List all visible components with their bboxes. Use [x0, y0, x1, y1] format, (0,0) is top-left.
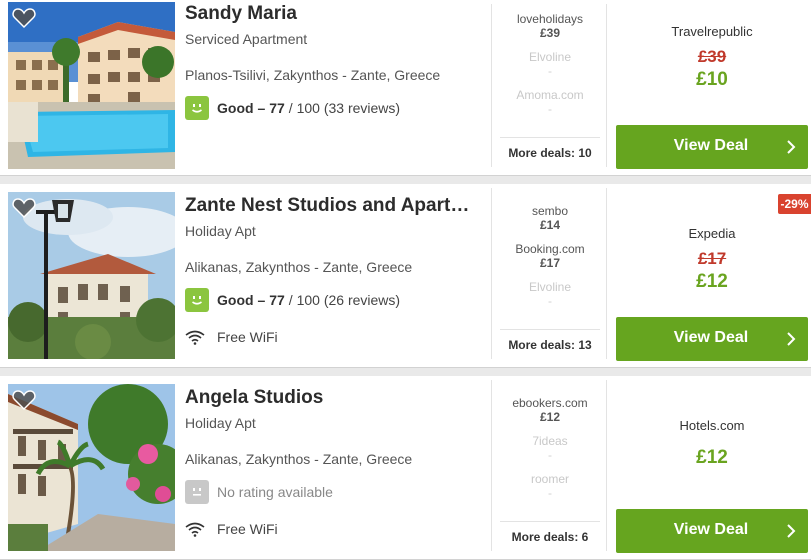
hotel-info: Angela Studios Holiday Apt Alikanas, Zak…: [185, 384, 485, 537]
chevron-right-icon: [787, 140, 796, 154]
provider-price: -: [548, 294, 552, 308]
favorite-heart-icon[interactable]: [11, 5, 37, 31]
wifi-label: Free WiFi: [217, 329, 278, 345]
hotel-info: Sandy Maria Serviced Apartment Planos-Ts…: [185, 0, 485, 120]
deal-site: Travelrepublic: [671, 24, 753, 39]
more-deals-link[interactable]: More deals: 13: [500, 329, 600, 352]
hotel-photo[interactable]: [8, 2, 175, 169]
discount-badge: -29%: [778, 194, 811, 214]
provider-name: roomer: [530, 472, 569, 486]
chevron-right-icon: [787, 332, 796, 346]
provider-price: -: [548, 448, 552, 462]
provider-price[interactable]: £12: [500, 410, 600, 424]
hotel-rating: No rating available: [185, 480, 485, 504]
provider-name: Elvoline: [528, 50, 572, 64]
view-deal-button[interactable]: View Deal: [616, 509, 808, 553]
wifi-icon: [185, 522, 205, 537]
wifi-icon: [185, 330, 205, 345]
old-price: £39: [697, 47, 727, 66]
view-deal-label: View Deal: [673, 137, 749, 154]
provider-price: -: [548, 102, 552, 116]
provider-name[interactable]: loveholidays: [500, 12, 600, 26]
provider-name[interactable]: sembo: [500, 204, 600, 218]
view-deal-button[interactable]: View Deal: [616, 125, 808, 169]
provider-price[interactable]: £14: [500, 218, 600, 232]
provider-name: Amoma.com: [516, 88, 584, 102]
rating-label: Good: [217, 292, 254, 308]
deal-price[interactable]: £12: [616, 271, 808, 293]
more-deals-link[interactable]: More deals: 10: [500, 137, 600, 160]
provider-price[interactable]: £39: [500, 26, 600, 40]
provider-price: -: [548, 64, 552, 78]
rating-score: – 77: [257, 100, 285, 116]
hotel-rating[interactable]: Good – 77 / 100 (26 reviews): [185, 288, 485, 312]
hotel-rating[interactable]: Good – 77 / 100 (33 reviews): [185, 96, 485, 120]
hotel-card: Angela Studios Holiday Apt Alikanas, Zak…: [0, 376, 811, 560]
hotel-location[interactable]: Alikanas, Zakynthos - Zante, Greece: [185, 259, 485, 275]
column-divider: [606, 380, 607, 551]
hotel-card: Sandy Maria Serviced Apartment Planos-Ts…: [0, 0, 811, 176]
deal-price[interactable]: £10: [616, 69, 808, 91]
rating-score: – 77: [257, 292, 285, 308]
view-deal-button[interactable]: View Deal: [616, 317, 808, 361]
column-divider: [491, 380, 492, 551]
accommodation-type: Holiday Apt: [185, 415, 256, 431]
deal-price[interactable]: £12: [616, 447, 808, 469]
hotel-card: Zante Nest Studios and Apart… Holiday Ap…: [0, 184, 811, 368]
view-deal-label: View Deal: [673, 329, 749, 346]
hotel-results-list: Sandy Maria Serviced Apartment Planos-Ts…: [0, 0, 811, 560]
hotel-location[interactable]: Alikanas, Zakynthos - Zante, Greece: [185, 451, 485, 467]
best-deal: Expedia £17 £12: [616, 226, 808, 293]
other-deals: sembo £14 Booking.com £17 Elvoline -: [500, 204, 600, 318]
view-deal-label: View Deal: [673, 521, 749, 538]
more-deals-link[interactable]: More deals: 6: [500, 521, 600, 544]
amenity-wifi: Free WiFi: [185, 329, 485, 345]
hotel-info: Zante Nest Studios and Apart… Holiday Ap…: [185, 192, 485, 345]
deal-site: Hotels.com: [679, 418, 745, 433]
chevron-right-icon: [787, 524, 796, 538]
other-deals: loveholidays £39 Elvoline - Amoma.com -: [500, 12, 600, 126]
smiley-rating-icon: [185, 288, 209, 312]
hotel-name[interactable]: Zante Nest Studios and Apart…: [185, 195, 487, 217]
provider-price: -: [548, 486, 552, 500]
accommodation-type: Serviced Apartment: [185, 31, 308, 47]
provider-name: Elvoline: [528, 280, 572, 294]
provider-name[interactable]: ebookers.com: [500, 396, 600, 410]
favorite-heart-icon[interactable]: [11, 387, 37, 413]
column-divider: [606, 4, 607, 167]
neutral-face-icon: [185, 480, 209, 504]
provider-name: 7ideas: [532, 434, 568, 448]
provider-price[interactable]: £17: [500, 256, 600, 270]
hotel-photo[interactable]: [8, 192, 175, 359]
amenity-wifi: Free WiFi: [185, 521, 485, 537]
column-divider: [491, 4, 492, 167]
hotel-name[interactable]: Angela Studios: [185, 387, 487, 409]
rating-reviews: / 100 (26 reviews): [288, 292, 401, 308]
no-rating-label: No rating available: [217, 484, 333, 500]
accommodation-type: Holiday Apt: [185, 223, 256, 239]
best-deal: Travelrepublic £39 £10: [616, 24, 808, 91]
wifi-label: Free WiFi: [217, 521, 278, 537]
hotel-location[interactable]: Planos-Tsilivi, Zakynthos - Zante, Greec…: [185, 67, 485, 83]
column-divider: [491, 188, 492, 359]
best-deal: Hotels.com £12: [616, 418, 808, 469]
hotel-photo[interactable]: [8, 384, 175, 551]
hotel-name[interactable]: Sandy Maria: [185, 3, 487, 25]
smiley-rating-icon: [185, 96, 209, 120]
rating-reviews: / 100 (33 reviews): [288, 100, 401, 116]
deal-site: Expedia: [688, 226, 736, 241]
other-deals: ebookers.com £12 7ideas - roomer -: [500, 396, 600, 510]
rating-label: Good: [217, 100, 254, 116]
old-price: £17: [697, 249, 727, 268]
favorite-heart-icon[interactable]: [11, 195, 37, 221]
column-divider: [606, 188, 607, 359]
provider-name[interactable]: Booking.com: [500, 242, 600, 256]
